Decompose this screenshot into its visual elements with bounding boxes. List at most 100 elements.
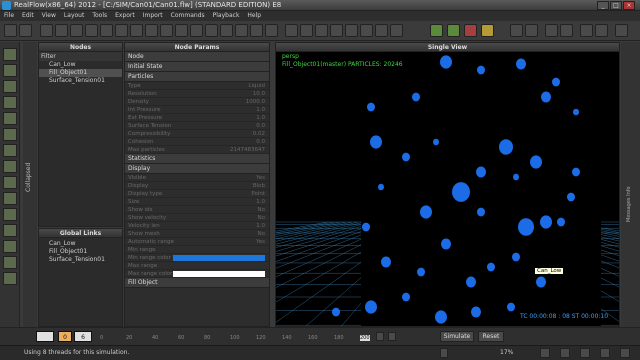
param-value[interactable]: Point (251, 190, 265, 198)
emitter-icon[interactable] (3, 48, 17, 61)
tool-button[interactable] (205, 24, 218, 37)
param-value[interactable]: 1.0 (256, 222, 265, 230)
menu-help[interactable]: Help (243, 11, 265, 20)
param-row[interactable]: Type Liquid (125, 82, 269, 90)
close-button[interactable]: × (623, 1, 635, 10)
minimize-button[interactable]: _ (597, 1, 609, 10)
plugin-icon[interactable] (3, 224, 17, 237)
param-row[interactable]: Show mesh No (125, 230, 269, 238)
menu-view[interactable]: View (38, 11, 60, 20)
param-row[interactable]: Min range (125, 246, 269, 254)
current-frame-field[interactable]: 0 (58, 331, 72, 342)
params-section[interactable]: Particles (125, 72, 269, 82)
tool-button[interactable] (235, 24, 248, 37)
scene-render[interactable] (276, 52, 620, 327)
param-value[interactable]: 1000.0 (246, 98, 265, 106)
tool-button[interactable] (545, 24, 558, 37)
param-row[interactable]: Cohesion 0.0 (125, 138, 269, 146)
tool-button[interactable] (190, 24, 203, 37)
param-value[interactable]: 1.0 (256, 114, 265, 122)
menu-export[interactable]: Export (111, 11, 139, 20)
menu-layout[interactable]: Layout (60, 11, 88, 20)
tool-button[interactable] (285, 24, 298, 37)
param-value[interactable]: 1.0 (256, 106, 265, 114)
tool-button[interactable] (265, 24, 278, 37)
tool-button[interactable] (360, 24, 373, 37)
node-item[interactable]: Surface_Tension01 (39, 77, 122, 85)
param-row[interactable]: Int Pressure 1.0 (125, 106, 269, 114)
tool-button[interactable] (580, 24, 593, 37)
param-row[interactable]: Show ids No (125, 206, 269, 214)
color-swatch[interactable] (173, 271, 265, 277)
tool-button[interactable] (160, 24, 173, 37)
camera-icon[interactable] (3, 112, 17, 125)
collapsed-panel[interactable]: Collapsed (23, 42, 37, 327)
param-row[interactable]: Visible Yes (125, 174, 269, 182)
param-value[interactable]: 10.0 (253, 90, 265, 98)
menu-tools[interactable]: Tools (88, 11, 111, 20)
tool-button[interactable] (220, 24, 233, 37)
wave-icon[interactable] (3, 160, 17, 173)
graph-icon[interactable] (3, 208, 17, 221)
param-value[interactable]: Blob (253, 182, 265, 190)
tool-button[interactable] (19, 24, 32, 37)
param-row[interactable]: Max particles 2147483647 (125, 146, 269, 154)
param-row[interactable]: Size 1.0 (125, 198, 269, 206)
reset-button[interactable]: Reset (478, 331, 504, 342)
params-section[interactable]: Statistics (125, 154, 269, 164)
hybrido-icon[interactable] (3, 144, 17, 157)
param-row[interactable]: Density 1000.0 (125, 98, 269, 106)
menu-playback[interactable]: Playback (209, 11, 244, 20)
simulate-step-icon[interactable] (447, 24, 460, 37)
param-value[interactable]: Yes (256, 238, 265, 246)
param-row[interactable]: Velocity len 1.0 (125, 222, 269, 230)
status-icon[interactable] (620, 348, 630, 358)
tool-button[interactable] (615, 24, 628, 37)
status-icon[interactable] (580, 348, 590, 358)
tool-button[interactable] (175, 24, 188, 37)
param-value[interactable]: 0.0 (256, 138, 265, 146)
tool-button[interactable] (145, 24, 158, 37)
reset-icon[interactable] (481, 24, 494, 37)
node-item[interactable]: Can_Low (39, 61, 122, 69)
tool-button[interactable] (345, 24, 358, 37)
timeline[interactable]: 0 6 0 20 40 60 80 100 120 140 160 180 20… (0, 327, 640, 345)
tool-button[interactable] (595, 24, 608, 37)
batch-icon[interactable] (3, 256, 17, 269)
param-row[interactable]: Show velocity No (125, 214, 269, 222)
tool-button[interactable] (390, 24, 403, 37)
rbd-icon[interactable] (3, 128, 17, 141)
param-row[interactable]: Compressibility 0.02 (125, 130, 269, 138)
tool-button[interactable] (375, 24, 388, 37)
menu-edit[interactable]: Edit (18, 11, 38, 20)
tool-button[interactable] (115, 24, 128, 37)
tool-button[interactable] (250, 24, 263, 37)
params-section[interactable]: Fill Object (125, 278, 269, 288)
param-value[interactable]: No (258, 206, 265, 214)
tool-button[interactable] (85, 24, 98, 37)
link-item[interactable]: Can_Low (39, 240, 122, 248)
stop-icon[interactable] (464, 24, 477, 37)
constraint-icon[interactable] (3, 192, 17, 205)
can-object[interactable] (361, 52, 601, 327)
menu-file[interactable]: File (0, 11, 18, 20)
menu-commands[interactable]: Commands (167, 11, 209, 20)
play-icon[interactable] (376, 332, 384, 341)
status-icon[interactable] (540, 348, 550, 358)
daemon-icon[interactable] (3, 80, 17, 93)
link-item[interactable]: Surface_Tension01 (39, 256, 122, 264)
params-section[interactable]: Node (125, 52, 269, 62)
param-value[interactable]: 1.0 (256, 198, 265, 206)
tool-button[interactable] (315, 24, 328, 37)
param-row[interactable]: Resolution 10.0 (125, 90, 269, 98)
tool-button[interactable] (560, 24, 573, 37)
maximize-button[interactable]: □ (610, 1, 622, 10)
color-swatch[interactable] (173, 255, 265, 261)
simulate-dropdown[interactable]: Simulate (440, 331, 474, 342)
menu-import[interactable]: Import (139, 11, 167, 20)
tool-button[interactable] (330, 24, 343, 37)
tool-button[interactable] (70, 24, 83, 37)
param-row[interactable]: Display Blob (125, 182, 269, 190)
viewport[interactable]: Single View (275, 42, 620, 327)
spline-icon[interactable] (3, 176, 17, 189)
